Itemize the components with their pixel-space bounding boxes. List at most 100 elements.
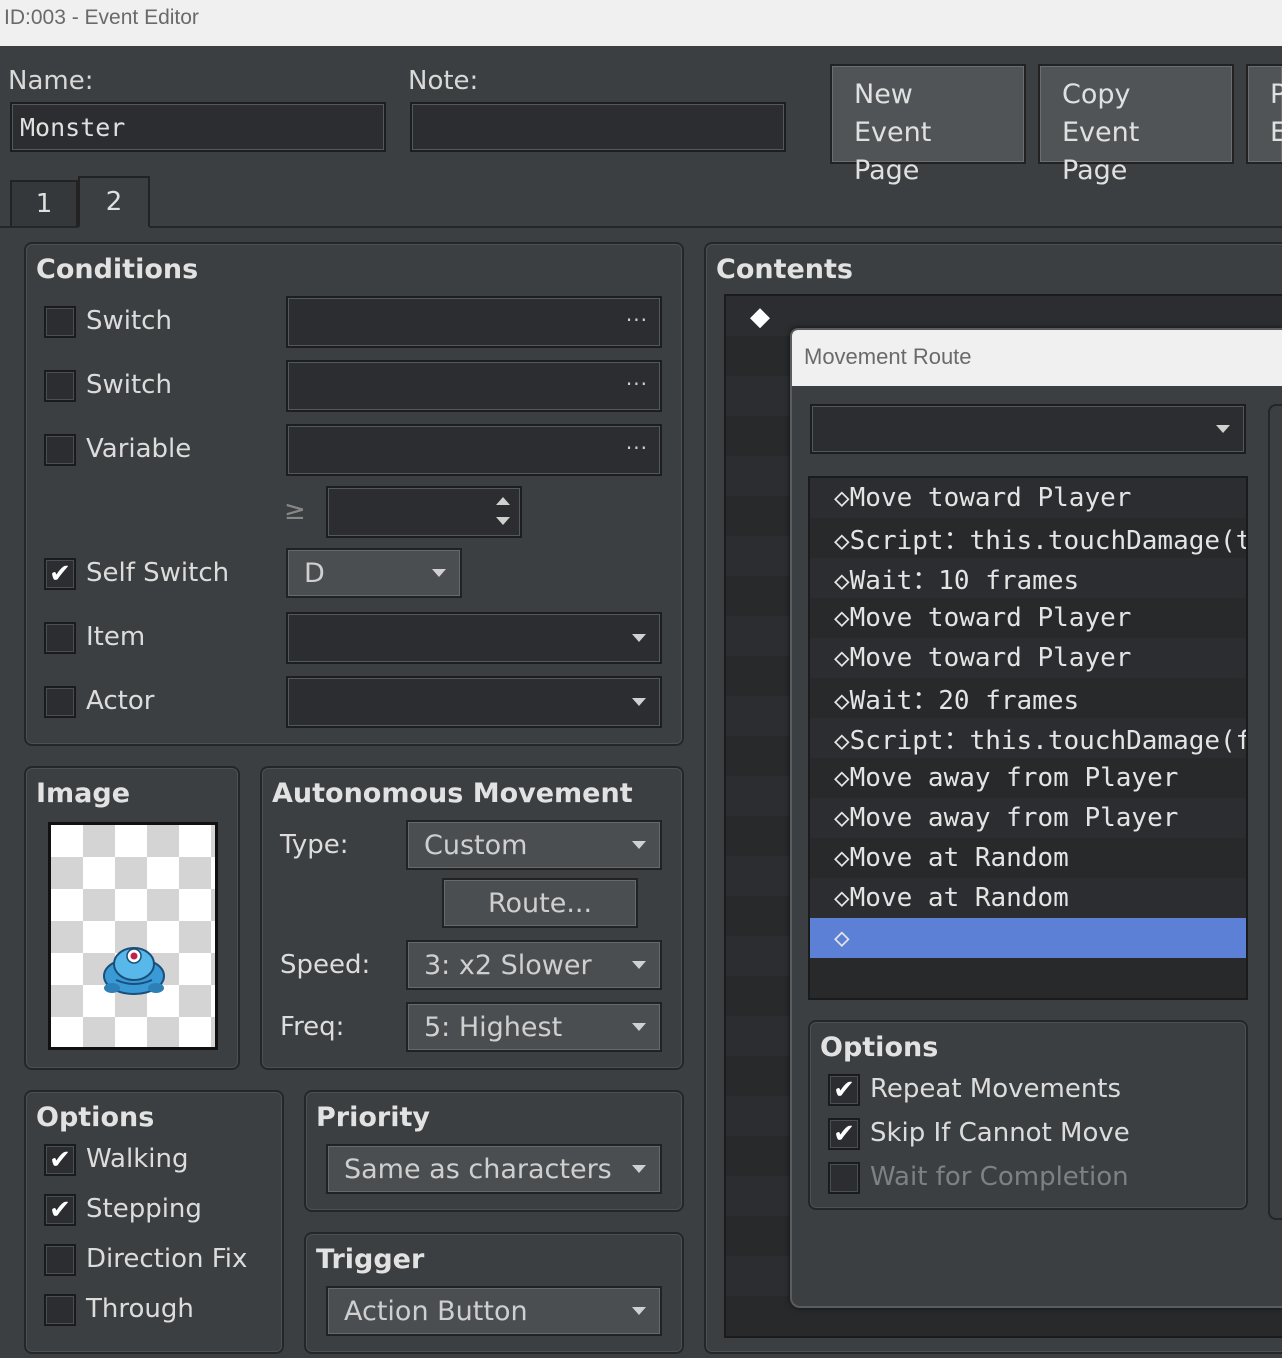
movement-command-row[interactable]: ◇Wait：10 frames [810, 558, 1246, 598]
spin-down-icon[interactable] [496, 517, 510, 525]
item-dropdown[interactable] [286, 612, 662, 664]
tab-page-1[interactable]: 1 [10, 180, 78, 226]
movement-command-row[interactable]: ◇Move toward Player [810, 598, 1246, 638]
switch1-checkbox[interactable] [44, 306, 76, 338]
wait-for-completion-label: Wait for Completion [870, 1162, 1129, 1192]
name-input[interactable]: Monster [10, 102, 386, 152]
copy-event-page-button[interactable]: Copy Event Page [1038, 64, 1234, 186]
direction-fix-label: Direction Fix [86, 1244, 248, 1274]
paste-event-page-line2: E [1270, 114, 1282, 152]
ellipsis-icon: ··· [625, 372, 648, 396]
movement-command-row[interactable]: ◇Move at Random [810, 838, 1246, 878]
check-icon: ✔ [833, 1119, 855, 1149]
actor-label: Actor [86, 686, 155, 716]
direction-fix-checkbox[interactable] [44, 1244, 76, 1276]
movement-command-row[interactable]: ◇Move at Random [810, 878, 1246, 918]
self-switch-value: D [304, 557, 325, 589]
trigger-dropdown[interactable]: Action Button [326, 1286, 662, 1336]
self-switch-checkbox[interactable]: ✔ [44, 558, 76, 590]
character-image-preview[interactable] [48, 822, 218, 1050]
route-target-dropdown[interactable] [810, 404, 1246, 454]
movement-command-row[interactable]: ◇Move away from Player [810, 798, 1246, 838]
priority-value: Same as characters [344, 1153, 612, 1185]
image-title: Image [36, 778, 131, 809]
movement-command-row[interactable]: ◇ [810, 918, 1246, 958]
speed-dropdown[interactable]: 3: x2 Slower [406, 940, 662, 990]
through-checkbox[interactable] [44, 1294, 76, 1326]
ellipsis-icon: ··· [625, 436, 648, 460]
wait-for-completion-checkbox[interactable] [828, 1162, 860, 1194]
speed-label: Speed: [280, 950, 371, 980]
movement-command-row[interactable]: ◇Wait：20 frames [810, 678, 1246, 718]
trigger-title: Trigger [316, 1244, 425, 1275]
variable-value-spinner[interactable] [326, 486, 522, 538]
chevron-down-icon [632, 1307, 646, 1315]
type-label: Type: [280, 830, 349, 860]
spin-up-icon[interactable] [496, 497, 510, 505]
note-input[interactable] [410, 102, 786, 152]
item-checkbox[interactable] [44, 622, 76, 654]
trigger-value: Action Button [344, 1295, 528, 1327]
name-label: Name: [8, 66, 94, 96]
chevron-down-icon [632, 841, 646, 849]
item-label: Item [86, 622, 146, 652]
freq-dropdown[interactable]: 5: Highest [406, 1002, 662, 1052]
chevron-down-icon [632, 698, 646, 706]
check-icon: ✔ [49, 559, 71, 589]
priority-dropdown[interactable]: Same as characters [326, 1144, 662, 1194]
chevron-down-icon [432, 569, 446, 577]
variable-label: Variable [86, 434, 192, 464]
freq-label: Freq: [280, 1012, 345, 1042]
stepping-checkbox[interactable]: ✔ [44, 1194, 76, 1226]
skip-if-cannot-move-checkbox[interactable]: ✔ [828, 1118, 860, 1150]
autonomous-movement-title: Autonomous Movement [272, 778, 633, 809]
ellipsis-icon: ··· [625, 308, 648, 332]
actor-checkbox[interactable] [44, 686, 76, 718]
copy-event-page-line2: Event Page [1062, 117, 1140, 186]
chevron-down-icon [632, 634, 646, 642]
self-switch-dropdown[interactable]: D [286, 548, 462, 598]
options-title: Options [36, 1102, 155, 1133]
movement-type-value: Custom [424, 829, 528, 861]
priority-title: Priority [316, 1102, 430, 1133]
switch1-label: Switch [86, 306, 172, 336]
skip-if-cannot-move-label: Skip If Cannot Move [870, 1118, 1130, 1148]
movement-command-row[interactable]: ◇Move away from Player [810, 758, 1246, 798]
switch2-checkbox[interactable] [44, 370, 76, 402]
movement-route-title: Movement Route [792, 330, 1282, 386]
switch2-label: Switch [86, 370, 172, 400]
switch2-selector[interactable]: ··· [286, 360, 662, 412]
route-button-label: Route... [487, 887, 593, 919]
contents-title: Contents [716, 254, 854, 285]
chevron-down-icon [632, 1023, 646, 1031]
movement-command-row[interactable]: ◇Script：this.touchDamage(t… [810, 518, 1246, 558]
self-switch-label: Self Switch [86, 558, 230, 588]
movement-command-list[interactable]: ◇Move toward Player ◇Script：this.touchDam… [808, 476, 1248, 1000]
new-event-page-button[interactable]: New Event Page [830, 64, 1026, 186]
movement-command-row[interactable]: ◇Move toward Player [810, 478, 1246, 518]
freq-value: 5: Highest [424, 1011, 563, 1043]
paste-event-page-button[interactable]: P E [1246, 64, 1282, 164]
repeat-movements-checkbox[interactable]: ✔ [828, 1074, 860, 1106]
walking-checkbox[interactable]: ✔ [44, 1144, 76, 1176]
movement-commands-group [1268, 404, 1282, 1220]
tab-page-2[interactable]: 2 [78, 176, 150, 228]
movement-command-row[interactable]: ◇Move toward Player [810, 638, 1246, 678]
check-icon: ✔ [833, 1075, 855, 1105]
monster-sprite-icon [103, 947, 165, 995]
movement-type-dropdown[interactable]: Custom [406, 820, 662, 870]
switch1-selector[interactable]: ··· [286, 296, 662, 348]
comparator-label: ≥ [284, 496, 306, 526]
check-icon: ✔ [49, 1195, 71, 1225]
route-button[interactable]: Route... [442, 878, 638, 928]
variable-checkbox[interactable] [44, 434, 76, 466]
actor-dropdown[interactable] [286, 676, 662, 728]
movement-command-row[interactable]: ◇Script：this.touchDamage(f… [810, 718, 1246, 758]
repeat-movements-label: Repeat Movements [870, 1074, 1122, 1104]
new-event-page-line1: New [854, 79, 913, 110]
chevron-down-icon [632, 1165, 646, 1173]
note-label: Note: [408, 66, 479, 96]
walking-label: Walking [86, 1144, 189, 1174]
check-icon: ✔ [49, 1145, 71, 1175]
variable-selector[interactable]: ··· [286, 424, 662, 476]
